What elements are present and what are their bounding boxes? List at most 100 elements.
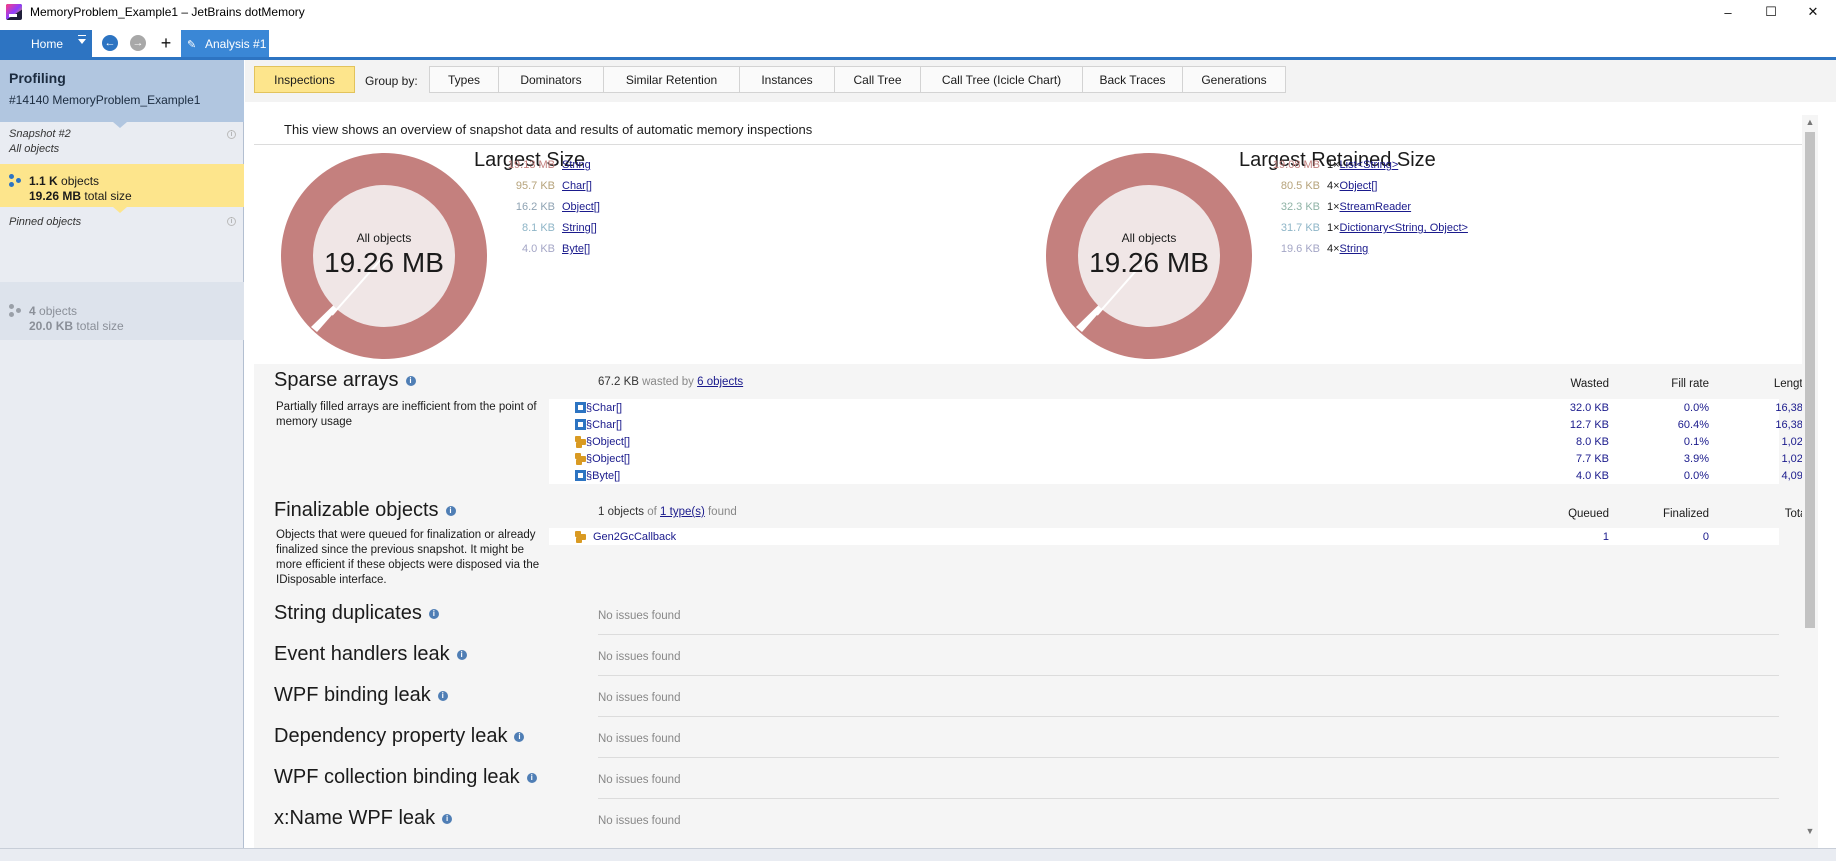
fill-rate-value: 0.1% — [1683, 436, 1709, 448]
legend-type-link[interactable]: Dictionary<String, Object> — [1340, 222, 1468, 234]
table-row[interactable]: §Char[] 12.7 KB 60.4% 16,384 — [549, 416, 1809, 433]
inspection-info-icon[interactable]: i — [428, 608, 439, 619]
legend-row: 19.6 KB 4× String — [1230, 241, 1368, 257]
pinned-info-icon[interactable]: i — [227, 217, 236, 226]
tab-similar-retention[interactable]: Similar Retention — [603, 66, 740, 93]
pinned-objects-icon — [9, 304, 23, 318]
inspection-status: No issues found — [598, 774, 681, 786]
snapshot-label: Snapshot #2 — [9, 128, 71, 140]
legend-size: 16.2 KB — [515, 201, 555, 213]
inspection-info-icon[interactable]: i — [437, 690, 448, 701]
tab-dominators[interactable]: Dominators — [498, 66, 604, 93]
legend-type-link[interactable]: String[] — [562, 222, 597, 234]
col-finalized[interactable]: Finalized — [1609, 508, 1709, 520]
col-wasted[interactable]: Wasted — [1499, 378, 1609, 390]
length-value: 16,384 — [1775, 402, 1809, 414]
close-button[interactable]: ✕ — [1790, 0, 1836, 24]
legend-type-link[interactable]: Char[] — [562, 180, 592, 192]
home-button[interactable]: Home — [0, 30, 92, 57]
tab-call-tree-icicle[interactable]: Call Tree (Icicle Chart) — [920, 66, 1083, 93]
sparse-arrays-info-icon[interactable]: i — [405, 375, 416, 386]
inspection-info-icon[interactable]: i — [514, 731, 525, 742]
fill-rate-value: 3.9% — [1683, 453, 1709, 465]
sidebar-item-pinned-objects[interactable]: 4 objects 20.0 KB total size — [0, 282, 244, 340]
toolbar — [0, 30, 1836, 58]
array-type-name: §Object[] — [586, 436, 631, 448]
forward-icon[interactable]: → — [130, 35, 146, 51]
pinned-size: 20.0 KB — [29, 319, 74, 333]
length-value: 1,020 — [1781, 436, 1809, 448]
legend-type-link[interactable]: StreamReader — [1340, 201, 1412, 213]
home-dropdown-icon[interactable] — [78, 35, 86, 44]
largest-retained-donut[interactable]: All objects 19.26 MB — [1045, 152, 1253, 360]
pinned-size-unit: total size — [76, 319, 124, 333]
snapshot-info-icon[interactable]: i — [227, 130, 236, 139]
scroll-up-icon[interactable]: ▲ — [1805, 117, 1815, 127]
table-row[interactable]: §Byte[] 4.0 KB 0.0% 4,096 — [549, 467, 1809, 484]
add-icon[interactable]: + — [158, 31, 174, 55]
finalizable-summary-mid: of — [647, 506, 657, 518]
length-value: 16,384 — [1775, 419, 1809, 431]
profiling-header-notch — [113, 122, 127, 128]
tab-analysis-1[interactable]: ✎ Analysis #1 — [181, 30, 269, 57]
objects-size-line: 19.26 MB total size — [29, 189, 132, 203]
vertical-scrollbar[interactable]: ▲ ▼ — [1802, 115, 1818, 848]
inspection-info-icon[interactable]: i — [526, 772, 537, 783]
array-icon — [575, 419, 586, 430]
finalizable-types-link[interactable]: 1 type(s) — [660, 506, 705, 518]
wasted-value: 4.0 KB — [1575, 470, 1609, 482]
fill-rate-value: 0.0% — [1683, 402, 1709, 414]
col-queued[interactable]: Queued — [1499, 508, 1609, 520]
tab-back-traces[interactable]: Back Traces — [1082, 66, 1183, 93]
profiling-header[interactable]: Profiling #14140 MemoryProblem_Example1 — [0, 60, 244, 122]
table-row[interactable]: §Char[] 32.0 KB 0.0% 16,384 — [549, 399, 1809, 416]
sparse-objects-link[interactable]: 6 objects — [697, 376, 743, 388]
wasted-value: 32.0 KB — [1569, 402, 1609, 414]
scroll-down-icon[interactable]: ▼ — [1805, 826, 1815, 836]
analysis-tab-label: Analysis #1 — [205, 36, 267, 51]
tab-generations[interactable]: Generations — [1182, 66, 1286, 93]
inspection-title-text: WPF binding leak — [274, 684, 431, 706]
tab-inspections[interactable]: Inspections — [254, 66, 355, 93]
legend-type-link[interactable]: Object[] — [562, 201, 600, 213]
inspection-separator — [598, 798, 1779, 799]
legend-type-link[interactable]: Object[] — [1340, 180, 1378, 192]
inspection-separator — [598, 757, 1779, 758]
legend-type-link[interactable]: List<String> — [1340, 159, 1399, 171]
array-type-name: §Char[] — [586, 402, 623, 414]
largest-size-donut[interactable]: All objects 19.26 MB — [280, 152, 488, 360]
inspection-info-icon[interactable]: i — [442, 813, 453, 824]
inspection-status: No issues found — [598, 651, 681, 663]
finalizable-info-icon[interactable]: i — [445, 505, 456, 516]
inspection-title: x:Name WPF leak i — [274, 807, 453, 830]
col-length[interactable]: Length — [1709, 378, 1809, 390]
maximize-button[interactable]: ☐ — [1748, 0, 1794, 24]
length-value: 1,020 — [1781, 453, 1809, 465]
tab-types[interactable]: Types — [429, 66, 499, 93]
scroll-thumb[interactable] — [1805, 132, 1815, 628]
col-total[interactable]: Total — [1709, 508, 1809, 520]
inspection-title: Event handlers leak i — [274, 643, 467, 666]
minimize-button[interactable]: – — [1705, 0, 1751, 24]
tab-call-tree[interactable]: Call Tree — [834, 66, 921, 93]
legend-row: 19.13 MB String — [465, 157, 591, 173]
inspection-status: No issues found — [598, 733, 681, 745]
legend-size: 19.6 KB — [1280, 243, 1320, 255]
back-icon[interactable]: ← — [102, 35, 118, 51]
table-row[interactable]: §Object[] 8.0 KB 0.1% 1,020 — [549, 433, 1809, 450]
legend-size: 32.3 KB — [1280, 201, 1320, 213]
tab-instances[interactable]: Instances — [739, 66, 835, 93]
inspection-info-icon[interactable]: i — [456, 649, 467, 660]
inspection-separator — [598, 634, 1779, 635]
table-row[interactable]: Gen2GcCallback 1 0 1 — [549, 528, 1809, 545]
table-row[interactable]: §Object[] 7.7 KB 3.9% 1,020 — [549, 450, 1809, 467]
legend-type-link[interactable]: String — [562, 159, 591, 171]
col-fill-rate[interactable]: Fill rate — [1609, 378, 1709, 390]
objects-icon — [9, 174, 23, 188]
legend-type-link[interactable]: Byte[] — [562, 243, 590, 255]
sidebar-item-all-objects[interactable]: 1.1 K objects 19.26 MB total size — [0, 164, 244, 213]
title-bar: MemoryProblem_Example1 – JetBrains dotMe… — [0, 0, 1836, 24]
inspection-title: WPF collection binding leak i — [274, 766, 537, 789]
finalizable-summary: 1 objects of 1 type(s) found — [598, 506, 737, 518]
legend-type-link[interactable]: String — [1340, 243, 1369, 255]
